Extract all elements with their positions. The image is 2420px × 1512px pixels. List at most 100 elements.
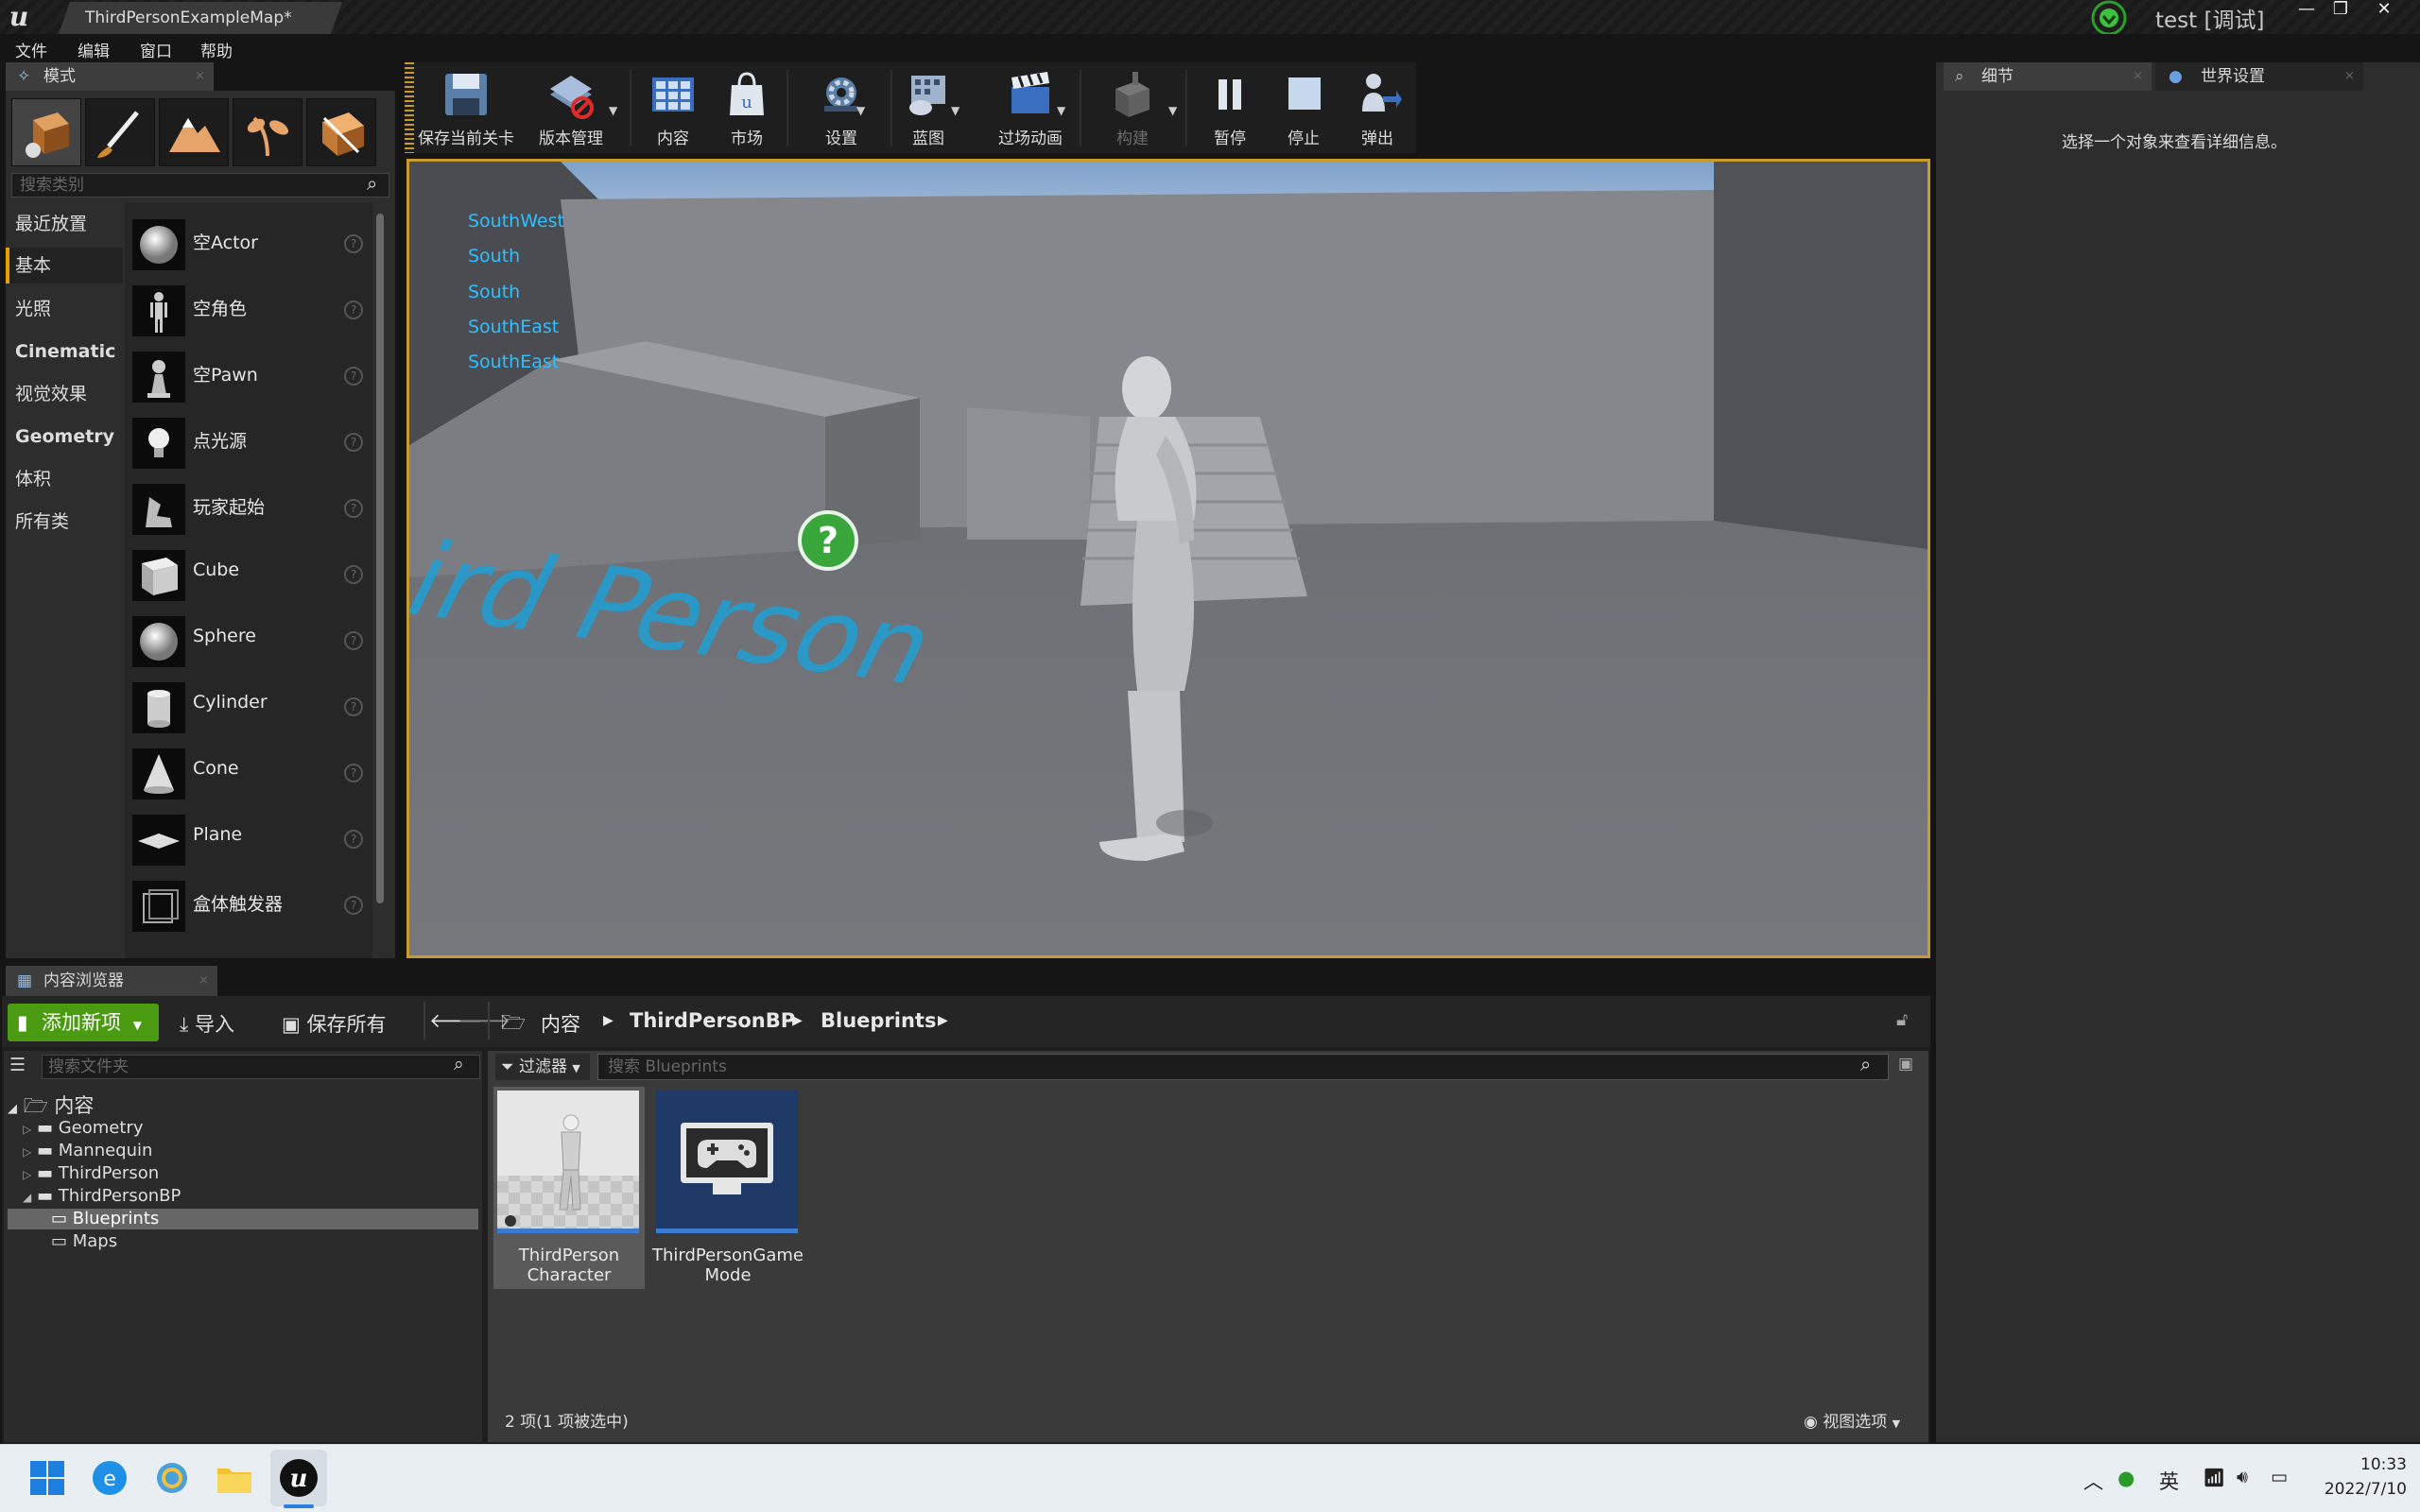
folder-open-icon[interactable]: 🗁 [501,1009,526,1042]
marketplace-button[interactable]: u 市场 [713,66,781,149]
geometry-edit-mode-button[interactable] [306,98,376,166]
help-icon[interactable]: ? [344,499,363,518]
actor-item-empty-pawn[interactable]: 空Pawn ? [132,340,369,406]
eject-button[interactable]: 弹出 [1342,66,1412,149]
windows-start-icon[interactable] [25,1455,70,1501]
folder-search-input[interactable]: 搜索文件夹 [42,1055,480,1079]
view-options-button[interactable]: ◉ 视图选项 ▼ [1804,1408,1900,1432]
asset-thirdperson-character[interactable]: ThirdPerson Character [493,1087,645,1289]
chevron-down-icon[interactable]: ▼ [609,104,617,117]
help-icon[interactable]: ? [344,234,363,253]
close-tab-icon[interactable]: × [2344,62,2355,91]
actor-item-cone[interactable]: Cone ? [132,737,369,803]
chevron-down-icon[interactable]: ▼ [856,104,865,117]
actor-item-point-light[interactable]: 点光源 ? [132,406,369,472]
category-visual-effects[interactable]: 视觉效果 [6,376,123,412]
tree-item-thirdperson[interactable]: ▷ ▬ ThirdPerson [23,1163,159,1183]
clock-time[interactable]: 10:33 [2341,1455,2407,1474]
tree-item-mannequin[interactable]: ▷ ▬ Mannequin [23,1141,152,1160]
settings-button[interactable]: 设置 ▼ [796,66,887,149]
category-basic[interactable]: 基本 [6,248,123,284]
close-tab-icon[interactable]: × [199,966,209,996]
breadcrumb-content[interactable]: 内容 [541,1009,580,1038]
help-icon[interactable]: ? [344,301,363,319]
help-icon[interactable]: ? [344,367,363,386]
category-lights[interactable]: 光照 [6,291,123,327]
category-cinematic[interactable]: Cinematic [6,334,123,369]
tree-item-geometry[interactable]: ▷ ▬ Geometry [23,1118,143,1138]
modes-tab[interactable]: ✧ 模式 × [6,62,214,91]
map-document-tab[interactable]: ThirdPersonExampleMap* [59,2,342,34]
tray-app-icon[interactable]: ● [2118,1467,2135,1489]
save-search-icon[interactable]: ▣ [1898,1055,1913,1074]
help-icon[interactable]: ? [344,830,363,849]
cinematics-button[interactable]: 过场动画 ▼ [976,66,1085,149]
actor-item-player-start[interactable]: 玩家起始 ? [132,472,369,539]
actor-item-empty-actor[interactable]: 空Actor ? [132,208,369,274]
actor-item-plane[interactable]: Plane ? [132,803,369,869]
blueprints-button[interactable]: 蓝图 ▼ [883,66,974,149]
help-icon[interactable]: ? [344,433,363,452]
minimize-button[interactable]: — [2290,0,2324,21]
close-tab-icon[interactable]: × [2133,62,2143,91]
chevron-down-icon[interactable]: ▼ [1057,104,1065,117]
actor-list-scrollbar[interactable] [376,214,384,903]
file-explorer-icon[interactable] [212,1455,257,1501]
lock-icon[interactable]: 🔓︎ [1896,1009,1908,1030]
actor-item-cube[interactable]: Cube ? [132,539,369,605]
details-tab[interactable]: ⌕ 细节 × [1944,62,2152,91]
battery-icon[interactable]: ▭ [2271,1467,2288,1487]
filter-button[interactable]: ⏷ 过滤器 ▼ [495,1054,590,1080]
tree-item-maps[interactable]: ▭ Maps [51,1231,117,1251]
content-browser-tab[interactable]: ▦ 内容浏览器 × [6,966,217,996]
pause-button[interactable]: 暂停 [1195,66,1265,149]
stop-button[interactable]: 停止 [1269,66,1339,149]
help-icon[interactable]: ? [344,631,363,650]
asset-search-input[interactable]: 搜索 Blueprints [597,1054,1889,1080]
menu-file[interactable]: 文件 [15,38,47,61]
breadcrumb-thirdpersonbp[interactable]: ThirdPersonBP [630,1009,795,1032]
session-status-icon[interactable] [2084,0,2134,36]
breadcrumb-chevron-icon[interactable]: ▶ [792,1013,803,1028]
chevron-down-icon[interactable]: ▼ [1168,104,1177,117]
actor-item-sphere[interactable]: Sphere ? [132,605,369,671]
restore-button[interactable]: ❐ [2324,0,2358,21]
player-start-marker-icon[interactable]: ? [797,509,859,572]
menu-help[interactable]: 帮助 [200,38,233,61]
place-mode-button[interactable] [11,98,81,166]
help-icon[interactable]: ? [344,764,363,782]
clock-date[interactable]: 2022/7/10 [2307,1480,2407,1499]
category-all-classes[interactable]: 所有类 [6,504,123,540]
actor-item-box-trigger[interactable]: 盒体触发器 ? [132,869,369,936]
chevron-down-icon[interactable]: ▼ [951,104,959,117]
content-button[interactable]: 内容 [639,66,707,149]
close-tab-icon[interactable]: × [195,62,205,91]
menu-window[interactable]: 窗口 [140,38,172,61]
ime-indicator[interactable]: 英 [2159,1467,2179,1495]
level-viewport[interactable]: Third Person ? SouthWest South South Sou… [406,159,1930,958]
wifi-icon[interactable]: 📶︎ [2203,1467,2225,1488]
save-all-button[interactable]: ▣ 保存所有 [282,1009,387,1038]
close-window-button[interactable]: ✕ [2367,0,2401,21]
help-icon[interactable]: ? [344,896,363,915]
import-button[interactable]: ⤓ 导入 [180,1009,234,1038]
actor-item-empty-character[interactable]: 空角色 ? [132,274,369,340]
help-icon[interactable]: ? [344,697,363,716]
breadcrumb-chevron-icon[interactable]: ▶ [938,1013,948,1028]
browser-icon[interactable]: e [87,1455,132,1501]
save-level-button[interactable]: 保存当前关卡 [414,66,518,149]
category-geometry[interactable]: Geometry [6,419,123,455]
unreal-engine-taskbar-icon[interactable]: u [276,1455,321,1501]
paint-mode-button[interactable] [85,98,155,166]
toolbar-grip-handle[interactable] [405,62,414,153]
category-volumes[interactable]: 体积 [6,461,123,497]
category-recent[interactable]: 最近放置 [6,206,123,242]
menu-edit[interactable]: 编辑 [78,38,110,61]
volume-icon[interactable]: 🔊︎ [2237,1467,2248,1487]
tree-toggle-icon[interactable]: ☰ [9,1055,26,1075]
tree-item-blueprints[interactable]: ▭ Blueprints [51,1209,159,1228]
help-icon[interactable]: ? [344,565,363,584]
breadcrumb-chevron-icon[interactable]: ▶ [603,1013,614,1028]
actor-item-cylinder[interactable]: Cylinder ? [132,671,369,737]
category-search-input[interactable]: 搜索类别 [11,173,389,198]
